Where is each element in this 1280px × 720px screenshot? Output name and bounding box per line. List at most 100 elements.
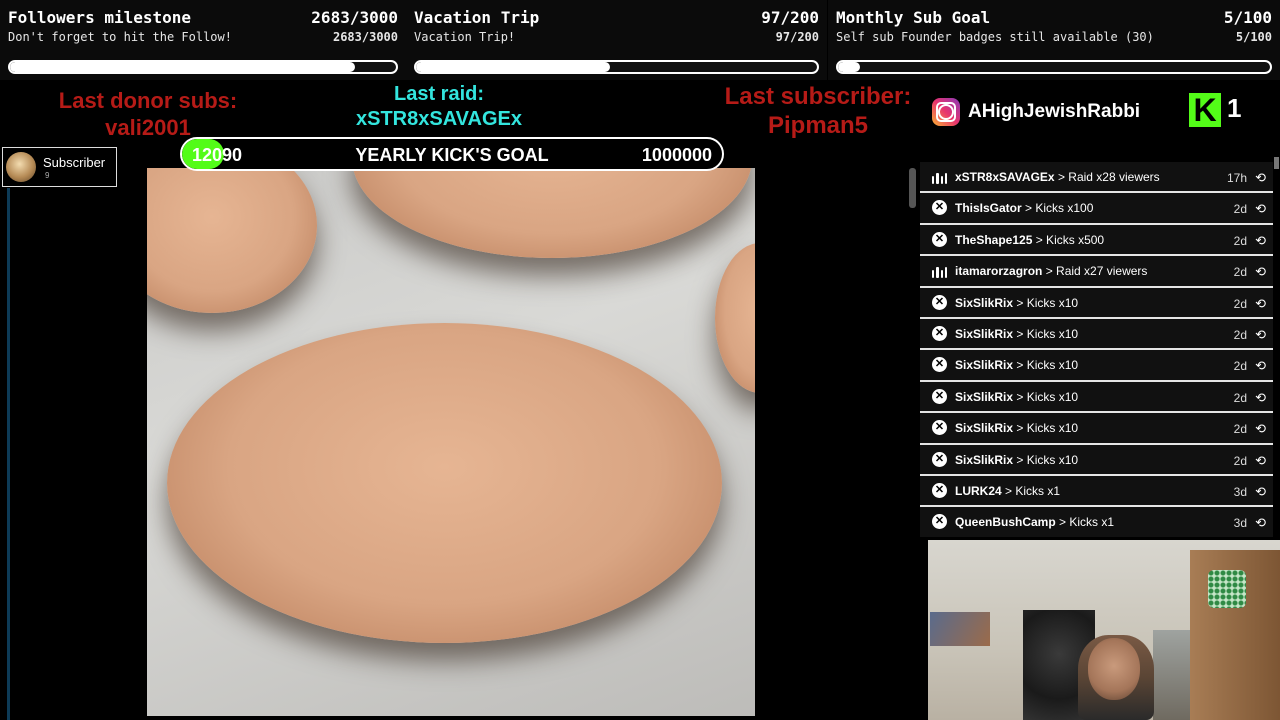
kick-logo-icon: K (1189, 93, 1221, 127)
event-action: > Raid x28 viewers (1057, 170, 1160, 184)
pancake-right (715, 243, 755, 393)
event-row: ✕ SixSlikRix > Kicks x10 2d ⟲ (920, 350, 1273, 382)
pancake-top-center (352, 168, 752, 258)
event-time: 2d (1233, 422, 1247, 437)
kick-logo-letter: K (1193, 92, 1217, 128)
event-user: ThisIsGator > Kicks x100 (955, 201, 1093, 215)
event-username: ThisIsGator (955, 201, 1022, 216)
event-action: > Kicks x1 (1059, 515, 1115, 530)
event-row: itamarorzagron > Raid x27 viewers 2d ⟲ (920, 256, 1273, 288)
replay-icon[interactable]: ⟲ (1255, 484, 1266, 500)
event-feed[interactable]: xSTR8xSAVAGEx > Raid x28 viewers 17h ⟲ ✕ Thi… (920, 162, 1273, 537)
replay-icon[interactable]: ⟲ (1255, 453, 1266, 469)
event-user: SixSlikRix > Kicks x10 (955, 327, 1078, 341)
event-username: SixSlikRix (955, 295, 1014, 310)
event-user: SixSlikRix > Kicks x10 (955, 390, 1078, 404)
last-donor-label: Last donor subs: (58, 88, 238, 113)
event-action: > Kicks x10 (1016, 326, 1079, 341)
webcam-feed (928, 540, 1280, 720)
event-time: 2d (1233, 359, 1247, 374)
replay-icon[interactable]: ⟲ (1255, 170, 1266, 186)
instagram-icon (932, 98, 960, 126)
goal-progress-fill (10, 62, 356, 72)
replay-icon[interactable]: ⟲ (1255, 327, 1266, 343)
avatar (6, 152, 36, 182)
event-time: 17h (1226, 171, 1247, 185)
webcam-plant (1208, 570, 1246, 608)
kick-x-icon: ✕ (932, 294, 947, 310)
kick-x-icon: ✕ (932, 388, 947, 404)
goal-subcount: 2683/3000 (332, 30, 398, 44)
event-user: itamarorzagron > Raid x27 viewers (955, 264, 1147, 278)
event-username: QueenBushCamp (955, 515, 1056, 530)
event-user: SixSlikRix > Kicks x10 (955, 358, 1078, 372)
replay-icon[interactable]: ⟲ (1255, 233, 1266, 249)
replay-icon[interactable]: ⟲ (1255, 264, 1266, 280)
kick-x-icon: ✕ (932, 357, 947, 373)
kick-x-icon: ✕ (932, 514, 947, 530)
event-row: ✕ LURK24 > Kicks x1 3d ⟲ (920, 475, 1273, 508)
event-row: ✕ SixSlikRix > Kicks x10 2d ⟲ (920, 287, 1273, 319)
replay-icon[interactable]: ⟲ (1255, 515, 1266, 531)
goal-progress-fill (838, 62, 860, 72)
goal-monthly-sub: Monthly Sub Goal 5/100 Self sub Founder … (828, 0, 1280, 80)
yearly-kick-goal-bar: 12090 YEARLY KICK'S GOAL 1000000 (180, 137, 724, 171)
event-row: ✕ QueenBushCamp > Kicks x1 3d ⟲ (920, 507, 1273, 537)
goal-progress-bar (836, 60, 1272, 74)
event-action: > Kicks x10 (1016, 389, 1079, 404)
goal-subtitle: Vacation Trip! (414, 30, 516, 44)
goal-title: Vacation Trip (414, 8, 540, 27)
last-raid-label: Last raid: (393, 83, 485, 105)
subscriber-label: Subscriber (43, 155, 106, 170)
pancake-center (167, 323, 722, 643)
raid-bars-icon (932, 263, 947, 279)
event-time: 2d (1233, 265, 1247, 280)
left-edge-line (7, 188, 10, 720)
event-username: SixSlikRix (955, 358, 1014, 373)
event-time: 3d (1233, 516, 1247, 531)
feed-scrollbar[interactable] (1274, 157, 1279, 169)
webcam-poster (930, 612, 990, 646)
goal-progress-fill (416, 62, 611, 72)
event-user: SixSlikRix > Kicks x10 (955, 296, 1078, 310)
goal-subtitle: Self sub Founder badges still available … (836, 30, 1154, 44)
event-action: > Kicks x1 (1005, 483, 1061, 498)
event-row: ✕ TheShape125 > Kicks x500 2d ⟲ (920, 224, 1273, 257)
event-user: SixSlikRix > Kicks x10 (955, 421, 1078, 435)
event-time: 2d (1233, 202, 1247, 217)
goal-title: Followers milestone (8, 8, 192, 27)
stream-video[interactable] (147, 168, 755, 716)
replay-icon[interactable]: ⟲ (1255, 201, 1266, 217)
goal-progress-bar (8, 60, 398, 74)
goal-subcount: 5/100 (1235, 30, 1272, 44)
goal-followers: Followers milestone 2683/3000 Don't forg… (0, 0, 406, 80)
event-user: SixSlikRix > Kicks x10 (955, 453, 1078, 467)
event-username: SixSlikRix (955, 421, 1014, 436)
goal-count: 2683/3000 (311, 8, 398, 27)
event-action: > Kicks x10 (1016, 452, 1079, 467)
kick-x-icon: ✕ (932, 420, 947, 436)
event-username: SixSlikRix (955, 326, 1014, 341)
pancake-top-left (147, 168, 317, 313)
kick-x-icon: ✕ (932, 231, 947, 247)
event-action: > Kicks x10 (1016, 421, 1079, 436)
goal-subcount: 97/200 (775, 30, 819, 44)
event-user: xSTR8xSAVAGEx > Raid x28 viewers (955, 170, 1160, 184)
event-row: xSTR8xSAVAGEx > Raid x28 viewers 17h ⟲ (920, 162, 1273, 194)
replay-icon[interactable]: ⟲ (1255, 296, 1266, 312)
replay-icon[interactable]: ⟲ (1255, 358, 1266, 374)
event-username: itamarorzagron (955, 264, 1043, 279)
video-scrollbar[interactable] (909, 168, 916, 208)
event-user: TheShape125 > Kicks x500 (955, 233, 1104, 247)
goal-vacation: Vacation Trip 97/200 Vacation Trip! 97/2… (406, 0, 827, 80)
replay-icon[interactable]: ⟲ (1255, 390, 1266, 406)
event-time: 2d (1233, 327, 1247, 342)
subscriber-count: 9 (45, 171, 50, 180)
replay-icon[interactable]: ⟲ (1255, 421, 1266, 437)
event-row: ✕ SixSlikRix > Kicks x10 2d ⟲ (920, 444, 1273, 476)
kick-x-icon: ✕ (932, 482, 947, 498)
raid-bars-icon (932, 169, 947, 184)
event-username: LURK24 (955, 483, 1002, 498)
kick-goal-target: 1000000 (641, 145, 712, 165)
goal-subtitle: Don't forget to hit the Follow! (8, 30, 232, 44)
